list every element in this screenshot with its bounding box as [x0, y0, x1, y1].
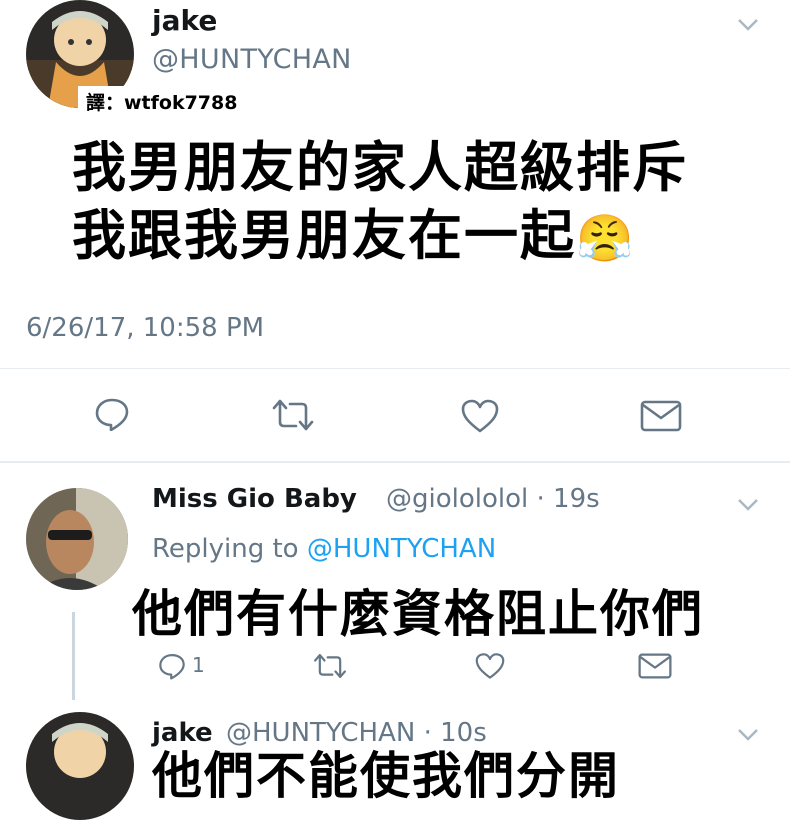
replying-to-handle-link[interactable]: @HUNTYCHAN — [307, 534, 496, 564]
heart-icon[interactable] — [474, 652, 506, 680]
chevron-down-icon[interactable] — [736, 14, 760, 39]
tweet-text-line-2: 我跟我男朋友在一起😤 — [72, 202, 635, 272]
replying-to: Replying to @HUNTYCHAN — [152, 534, 496, 564]
reply-icon[interactable] — [94, 397, 130, 431]
heart-icon[interactable] — [460, 398, 500, 434]
timestamp[interactable]: 6/26/17, 10:58 PM — [26, 313, 264, 343]
display-name[interactable]: Miss Gio Baby — [152, 484, 357, 514]
handle-and-time[interactable]: @giolololol · 19s — [386, 484, 600, 514]
retweet-icon[interactable] — [312, 652, 348, 680]
reply-text: 他們有什麼資格阻止你們 — [132, 585, 704, 643]
angry-face-emoji: 😤 — [576, 211, 636, 265]
chevron-down-icon[interactable] — [736, 494, 760, 519]
reply-count: 1 — [192, 653, 205, 677]
retweet-icon[interactable] — [270, 398, 316, 432]
display-name[interactable]: jake — [152, 4, 217, 37]
envelope-icon[interactable] — [640, 400, 682, 432]
divider — [0, 461, 790, 463]
user-handle[interactable]: @HUNTYCHAN — [152, 44, 352, 75]
replying-to-label: Replying to — [152, 534, 307, 564]
avatar[interactable] — [26, 488, 128, 590]
tweet-text-line-1: 我男朋友的家人超級排斥 — [72, 136, 688, 199]
reply2-text-partial: 他們不能使我們分開 — [152, 747, 620, 805]
translator-credit: 譯：wtfok7788 — [78, 86, 244, 117]
reply-icon[interactable] — [158, 652, 186, 680]
tweet-text-line-2-text: 我跟我男朋友在一起 — [72, 204, 576, 267]
avatar[interactable] — [26, 712, 134, 820]
divider — [0, 368, 790, 369]
thread-connector — [72, 612, 75, 700]
chevron-down-icon[interactable] — [736, 724, 760, 749]
envelope-icon[interactable] — [638, 653, 672, 679]
